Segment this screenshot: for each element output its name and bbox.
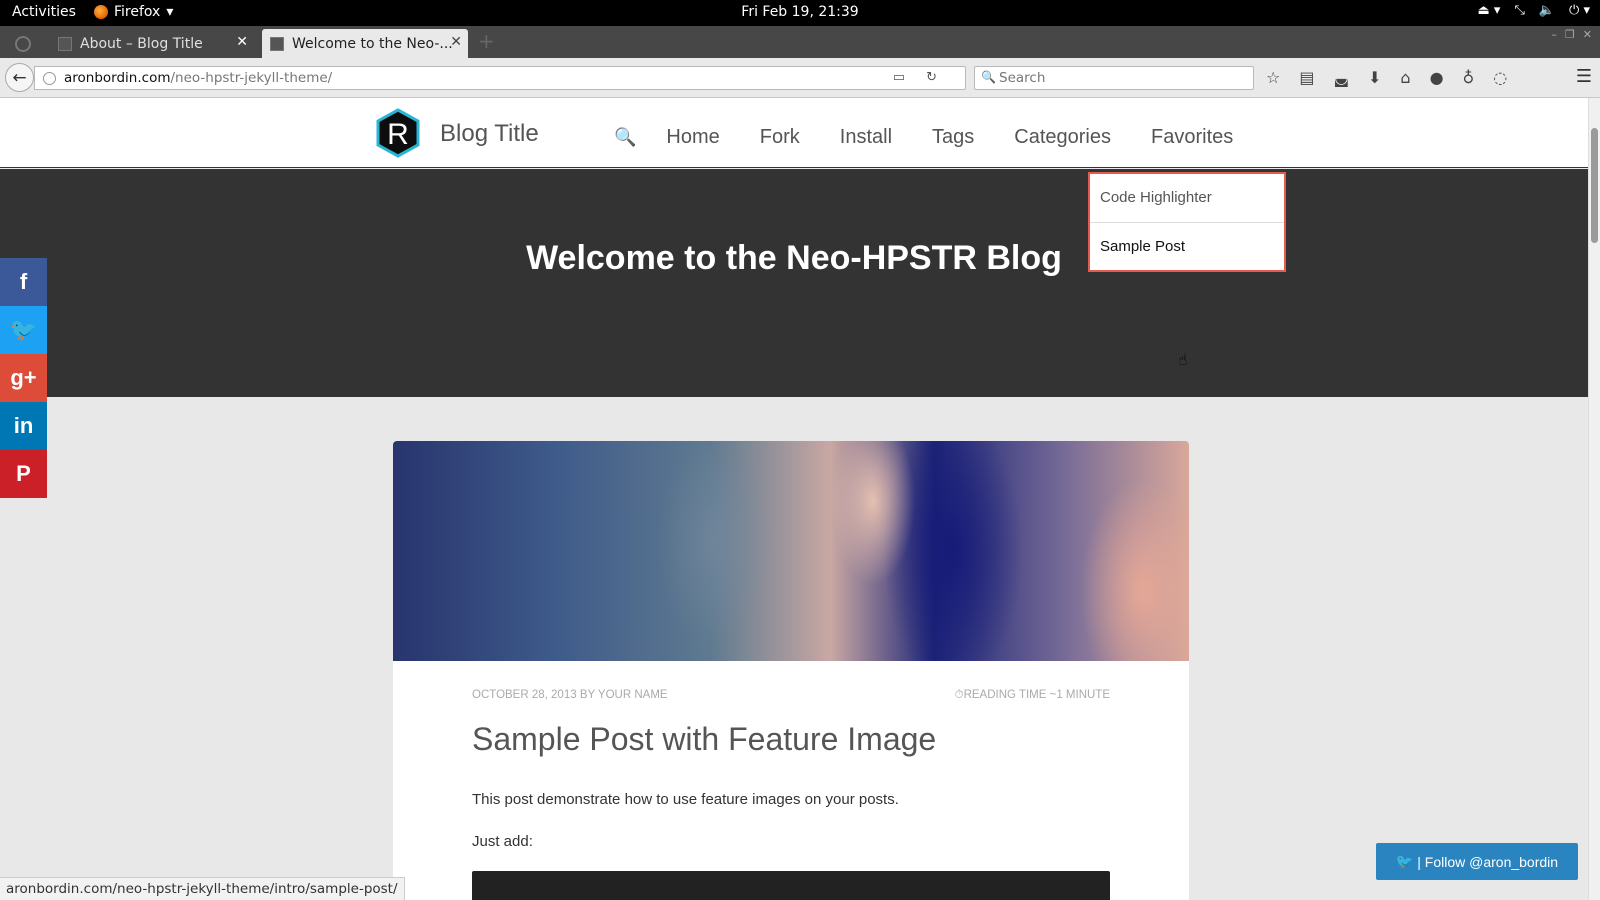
- url-host: aronbordin.com: [64, 70, 171, 86]
- url-bar[interactable]: aronbordin.com/neo-hpstr-jekyll-theme/ ▭…: [34, 66, 966, 90]
- lightbulb-icon[interactable]: ♁: [1463, 68, 1475, 87]
- new-tab-button[interactable]: +: [478, 29, 495, 53]
- url-path: /neo-hpstr-jekyll-theme/: [170, 70, 333, 86]
- bookmarks-list-icon[interactable]: ▤: [1299, 68, 1314, 87]
- page-viewport: R Blog Title 🔍 Home Fork Install Tags Ca…: [0, 98, 1588, 900]
- hamburger-menu-icon[interactable]: ☰: [1576, 66, 1592, 87]
- shield-icon[interactable]: ◌: [1493, 68, 1507, 87]
- page-icon: [58, 36, 72, 51]
- network-icon[interactable]: ⤡: [1514, 3, 1524, 18]
- post-title-link[interactable]: Sample Post with Feature Image: [472, 721, 936, 758]
- nav-categories[interactable]: Categories: [1014, 126, 1111, 149]
- github-icon: [15, 35, 31, 52]
- main-nav: 🔍 Home Fork Install Tags Categories Favo…: [614, 126, 1273, 149]
- twitter-icon: 🐦: [1395, 853, 1418, 869]
- close-window-icon[interactable]: ✕: [1583, 28, 1592, 41]
- tab-label: About – Blog Title: [80, 35, 203, 52]
- nav-tags[interactable]: Tags: [932, 126, 974, 149]
- social-share-bar: f 🐦 g+ in P: [0, 258, 47, 498]
- blog-logo-icon[interactable]: R: [373, 108, 423, 158]
- hero-banner: Welcome to the Neo-HPSTR Blog: [0, 169, 1588, 397]
- hand-cursor-icon: ☝: [1178, 350, 1188, 369]
- minimize-icon[interactable]: –: [1551, 28, 1557, 41]
- clock[interactable]: Fri Feb 19, 21:39: [741, 4, 858, 20]
- tab-about[interactable]: About – Blog Title ✕: [50, 29, 254, 58]
- activities-button[interactable]: Activities: [12, 4, 76, 20]
- reload-icon[interactable]: ↻: [926, 70, 937, 85]
- svg-text:R: R: [387, 118, 409, 151]
- code-block: [472, 871, 1110, 900]
- nav-home[interactable]: Home: [666, 126, 719, 149]
- twitter-icon[interactable]: 🐦: [0, 306, 47, 354]
- back-button[interactable]: ←: [5, 63, 34, 92]
- linkedin-icon[interactable]: in: [0, 402, 47, 450]
- post-reading-time: ⏱READING TIME ~1 MINUTE: [954, 689, 1110, 701]
- volume-icon[interactable]: 🔈: [1539, 3, 1555, 18]
- hero-title: Welcome to the Neo-HPSTR Blog: [526, 239, 1062, 277]
- close-icon[interactable]: ✕: [450, 34, 462, 50]
- post-date-author: OCTOBER 28, 2013 BY YOUR NAME: [472, 689, 668, 701]
- follow-label: | Follow @aron_bordin: [1417, 853, 1559, 870]
- post-paragraph: Just add:: [472, 833, 533, 850]
- search-icon: 🔍: [981, 70, 996, 84]
- facebook-icon[interactable]: f: [0, 258, 47, 306]
- arrow-left-icon: ←: [12, 67, 27, 88]
- status-url: aronbordin.com/neo-hpstr-jekyll-theme/in…: [0, 877, 405, 900]
- favorites-dropdown: Code Highlighter Sample Post: [1088, 172, 1286, 272]
- power-icon[interactable]: ⏻ ▾: [1569, 3, 1590, 18]
- pinned-tab-github[interactable]: [0, 29, 46, 58]
- system-top-bar: Activities Firefox ▾ Fri Feb 19, 21:39 ⏏…: [0, 0, 1600, 26]
- bookmark-star-icon[interactable]: ☆: [1266, 68, 1280, 87]
- twitter-follow-button[interactable]: 🐦 | Follow @aron_bordin: [1376, 843, 1578, 880]
- restore-icon[interactable]: ❐: [1565, 28, 1575, 41]
- nav-install[interactable]: Install: [840, 126, 892, 149]
- nav-toolbar: ← aronbordin.com/neo-hpstr-jekyll-theme/…: [0, 58, 1600, 98]
- tab-bar: About – Blog Title ✕ Welcome to the Neo-…: [0, 26, 1600, 58]
- pinterest-icon[interactable]: P: [0, 450, 47, 498]
- tab-welcome[interactable]: Welcome to the Neo-... ✕: [262, 29, 468, 58]
- search-placeholder: Search: [999, 70, 1046, 86]
- page-icon: [270, 36, 284, 51]
- post-paragraph: This post demonstrate how to use feature…: [472, 791, 899, 808]
- search-icon[interactable]: 🔍: [614, 127, 636, 148]
- nav-fork[interactable]: Fork: [760, 126, 800, 149]
- nav-favorites[interactable]: Favorites: [1151, 126, 1233, 149]
- app-menu-label: Firefox: [114, 4, 161, 20]
- pocket-icon[interactable]: ◛: [1333, 68, 1349, 87]
- chevron-down-icon: ▾: [166, 4, 174, 20]
- download-icon[interactable]: ⬇: [1368, 68, 1381, 87]
- feature-image[interactable]: [393, 441, 1189, 661]
- site-info-icon[interactable]: [43, 71, 56, 85]
- google-plus-icon[interactable]: g+: [0, 354, 47, 402]
- reader-view-icon[interactable]: ▭: [893, 70, 905, 85]
- window-controls: – ❐ ✕: [1551, 28, 1592, 41]
- chat-icon[interactable]: ●: [1430, 68, 1444, 87]
- site-header: R Blog Title 🔍 Home Fork Install Tags Ca…: [0, 98, 1588, 168]
- dropdown-item-code-highlighter[interactable]: Code Highlighter: [1090, 174, 1284, 222]
- page-scrollbar[interactable]: [1588, 98, 1600, 900]
- search-input[interactable]: 🔍 Search: [974, 66, 1254, 90]
- reading-time-text: READING TIME ~1 MINUTE: [963, 689, 1110, 701]
- eject-icon[interactable]: ⏏ ▾: [1478, 3, 1501, 18]
- post-card: OCTOBER 28, 2013 BY YOUR NAME ⏱READING T…: [393, 441, 1189, 900]
- app-menu[interactable]: Firefox ▾: [94, 4, 173, 20]
- home-icon[interactable]: ⌂: [1400, 68, 1410, 87]
- system-tray[interactable]: ⏏ ▾ ⤡ 🔈 ⏻ ▾: [1478, 3, 1591, 18]
- firefox-icon: [94, 5, 108, 19]
- toolbar-icons: ☆ ▤ ◛ ⬇ ⌂ ● ♁ ◌: [1266, 68, 1507, 87]
- blog-title-link[interactable]: Blog Title: [440, 120, 539, 148]
- dropdown-item-sample-post[interactable]: Sample Post: [1090, 222, 1284, 270]
- scrollbar-thumb[interactable]: [1591, 128, 1598, 243]
- tab-label: Welcome to the Neo-...: [292, 35, 453, 52]
- close-icon[interactable]: ✕: [236, 34, 248, 50]
